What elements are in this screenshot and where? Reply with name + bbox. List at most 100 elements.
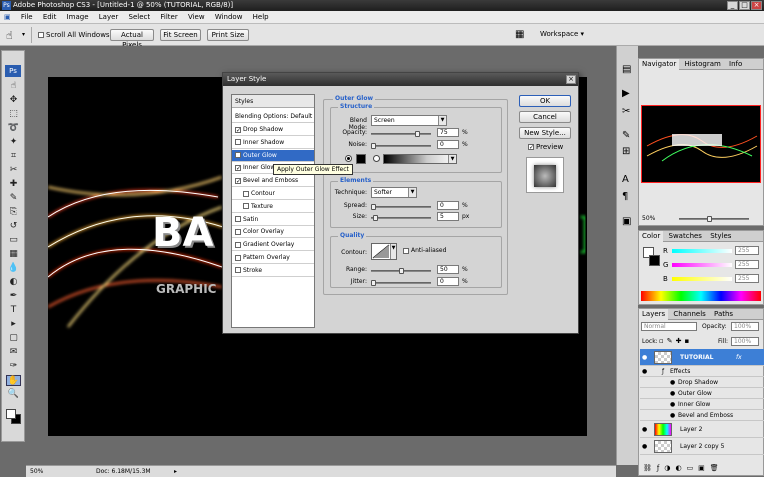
tab-layers[interactable]: Layers (639, 309, 669, 320)
navigator-zoom-slider[interactable] (679, 216, 749, 222)
color-spectrum[interactable] (641, 291, 761, 301)
layer-row[interactable]: ● TUTORIAL fx (640, 349, 764, 366)
style-checkbox[interactable] (235, 139, 241, 146)
print-size-button[interactable]: Print Size (207, 29, 249, 41)
blend-mode-select[interactable]: Screen ▼ (371, 115, 447, 126)
blending-options-item[interactable]: Blending Options: Default (232, 110, 314, 123)
g-value[interactable]: 255 (735, 260, 759, 269)
paragraph-icon[interactable]: ¶ (622, 191, 628, 202)
style-checkbox[interactable] (243, 203, 249, 210)
eye-icon[interactable]: ● (642, 443, 650, 451)
brushes-icon[interactable]: ✎ (622, 130, 630, 141)
style-checkbox[interactable]: ✓ (235, 126, 241, 133)
navigator-preview[interactable] (641, 105, 761, 183)
lock-icons[interactable]: ▫✎✚▪ (659, 337, 692, 345)
spread-input[interactable]: 0 (437, 201, 459, 210)
zoom-level[interactable]: 50% (30, 466, 43, 477)
hand-tool-icon[interactable]: ✋ (6, 375, 21, 386)
effect-eye-icon[interactable]: ● (670, 399, 675, 410)
fit-screen-button[interactable]: Fit Screen (160, 29, 201, 41)
tool-presets-icon[interactable]: ✂ (622, 106, 630, 117)
style-item-gradient-overlay[interactable]: Gradient Overlay (232, 239, 314, 252)
new-style-button[interactable]: New Style... (519, 127, 571, 139)
menu-select[interactable]: Select (125, 11, 155, 24)
b-slider[interactable] (672, 277, 732, 281)
size-slider[interactable] (371, 215, 431, 221)
style-checkbox[interactable] (243, 190, 249, 197)
brush-icon[interactable]: ✎ (6, 193, 21, 204)
scroll-all-checkbox[interactable]: Scroll All Windows (38, 31, 110, 39)
bridge-icon[interactable]: ▦ (515, 29, 529, 41)
chevron-down-icon[interactable]: ▾ (22, 31, 25, 38)
character-icon[interactable]: A (622, 174, 629, 185)
history-icon[interactable]: ▤ (622, 64, 631, 75)
effects-icon[interactable]: ƒ (662, 366, 664, 377)
jitter-input[interactable]: 0 (437, 277, 459, 286)
actions-icon[interactable]: ▶ (622, 88, 630, 99)
type-icon[interactable]: T (6, 305, 21, 316)
layer-blend-mode[interactable]: Normal (641, 322, 697, 331)
layer-effect-row[interactable]: ● Inner Glow (640, 399, 764, 410)
tab-color[interactable]: Color (639, 231, 664, 242)
healing-icon[interactable]: ✚ (6, 179, 21, 190)
gradient-picker[interactable]: ▼ (383, 154, 457, 164)
style-item-stroke[interactable]: Stroke (232, 265, 314, 277)
style-checkbox[interactable] (235, 241, 241, 248)
cancel-button[interactable]: Cancel (519, 111, 571, 123)
tab-histogram[interactable]: Histogram (682, 59, 724, 70)
effect-eye-icon[interactable]: ● (670, 388, 675, 399)
range-slider[interactable] (371, 268, 431, 274)
dialog-title-bar[interactable]: Layer Style × (223, 73, 578, 86)
opacity-input[interactable]: 75 (437, 128, 459, 137)
layer-fill[interactable]: 100% (731, 337, 759, 346)
eye-icon[interactable]: ● (642, 354, 650, 362)
status-arrow-icon[interactable]: ▸ (174, 466, 177, 477)
crop-icon[interactable]: ⌗ (6, 151, 21, 162)
preview-checkbox[interactable]: ✓ Preview (528, 143, 563, 151)
eye-icon[interactable]: ● (642, 426, 650, 434)
menu-window[interactable]: Window (211, 11, 247, 24)
menu-help[interactable]: Help (249, 11, 273, 24)
menu-layer[interactable]: Layer (95, 11, 123, 24)
antialiased-checkbox[interactable]: Anti-aliased (403, 247, 446, 254)
layer-comps-icon[interactable]: ▣ (622, 216, 631, 227)
style-checkbox[interactable]: ✓ (235, 177, 241, 184)
layer-effect-row[interactable]: ● Bevel and Emboss (640, 410, 764, 421)
gradient-radio[interactable] (373, 155, 380, 162)
ok-button[interactable]: OK (519, 95, 571, 107)
history-brush-icon[interactable]: ↺ (6, 221, 21, 232)
tab-channels[interactable]: Channels (670, 309, 708, 320)
layer-row[interactable]: ● Layer 2 (640, 421, 764, 438)
dialog-close-button[interactable]: × (566, 75, 576, 84)
notes-icon[interactable]: ✉ (6, 347, 21, 358)
style-item-texture[interactable]: Texture (232, 201, 314, 213)
background-color[interactable] (649, 255, 660, 266)
menu-file[interactable]: File (17, 11, 37, 24)
gradient-icon[interactable]: ▦ (6, 249, 21, 260)
eyedropper-icon[interactable]: ✑ (6, 361, 21, 372)
blur-icon[interactable]: 💧 (6, 263, 21, 274)
r-value[interactable]: 255 (735, 246, 759, 255)
g-slider[interactable] (672, 263, 732, 267)
jitter-slider[interactable] (371, 280, 431, 286)
tab-swatches[interactable]: Swatches (666, 231, 705, 242)
tab-info[interactable]: Info (726, 59, 745, 70)
style-item-outer-glow[interactable]: ✓ Outer Glow (232, 149, 314, 162)
layer-opacity[interactable]: 100% (731, 322, 759, 331)
layers-footer-icons[interactable]: ⛓ƒ◑◐▭▣🗑 (643, 464, 724, 472)
workspace-menu[interactable]: Workspace ▾ (540, 30, 584, 38)
effect-eye-icon[interactable]: ● (670, 377, 675, 388)
menu-view[interactable]: View (184, 11, 209, 24)
contour-picker[interactable]: ▼ (371, 243, 397, 260)
spread-slider[interactable] (371, 204, 431, 210)
eraser-icon[interactable]: ▭ (6, 235, 21, 246)
style-checkbox[interactable] (235, 267, 241, 274)
noise-input[interactable]: 0 (437, 140, 459, 149)
tab-paths[interactable]: Paths (711, 309, 736, 320)
navigator-zoom[interactable]: 50% (642, 215, 655, 222)
path-select-icon[interactable]: ▸ (6, 319, 21, 330)
eye-icon[interactable]: ● (642, 368, 650, 376)
range-input[interactable]: 50 (437, 265, 459, 274)
move-icon[interactable]: ✥ (6, 95, 21, 106)
style-item-color-overlay[interactable]: Color Overlay (232, 226, 314, 239)
